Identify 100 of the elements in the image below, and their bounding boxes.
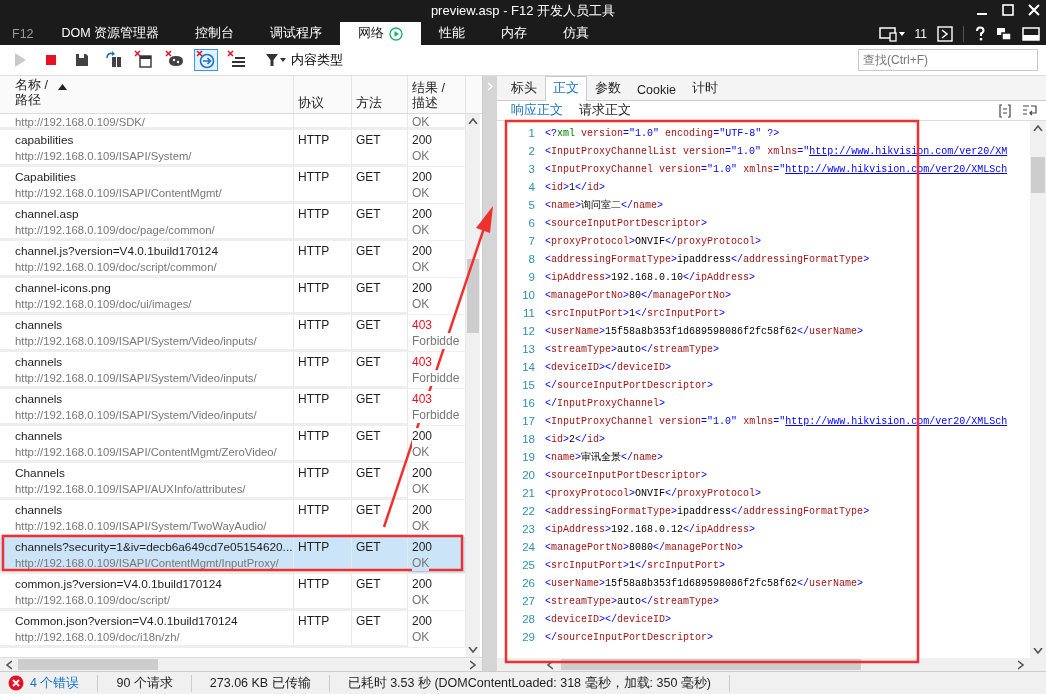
tab[interactable]: Cookie	[629, 79, 684, 100]
request-name: Common.json?version=V4.0.1build170124	[15, 613, 239, 629]
scroll-down-icon[interactable]	[468, 647, 478, 653]
tab[interactable]: 性能	[421, 22, 484, 45]
method-text: GET	[356, 281, 381, 295]
line-number: 7	[527, 235, 536, 247]
clear-list-icon	[227, 50, 247, 70]
scroll-left-icon[interactable]	[547, 659, 553, 670]
line-number: 9	[527, 271, 536, 283]
column-header[interactable]: 方法	[356, 96, 382, 111]
method-text: GET	[356, 577, 381, 591]
request-row[interactable]: channel.js?version=V4.0.1build170124 http://192.168.0.109/doc/script/common/ HTTP GET 200 OK	[0, 241, 466, 278]
code-line: <proxyProtocol>ONVIF</proxyProtocol>	[545, 487, 762, 499]
scroll-right-icon[interactable]	[1018, 659, 1024, 670]
dock-icon[interactable]	[1022, 25, 1040, 42]
status-code: 200	[412, 428, 433, 444]
tab[interactable]: 参数	[587, 76, 629, 100]
error-icon	[8, 675, 24, 691]
request-name: channels	[15, 317, 64, 333]
protocol-text: HTTP	[298, 466, 330, 480]
line-number: 21	[521, 487, 536, 499]
code-line: </sourceInputPortDescriptor>	[545, 379, 714, 391]
request-row[interactable]: capabilities http://192.168.0.109/ISAPI/System/ HTTP GET 200 OK	[0, 130, 466, 167]
clear-window-icon	[134, 50, 154, 70]
scrollbar-thumb[interactable]	[561, 659, 861, 670]
line-number: 10	[521, 289, 536, 301]
request-row[interactable]: channels http://192.168.0.109/ISAPI/System/Video/inputs/ HTTP GET 403 Forbidde	[0, 389, 466, 426]
protocol-text: HTTP	[298, 133, 330, 147]
transferred-size: 273.06 KB 已传输	[191, 674, 330, 692]
help-icon[interactable]	[974, 25, 986, 42]
request-path: http://192.168.0.109/ISAPI/System/Video/inputs/	[15, 408, 258, 423]
line-number: 28	[521, 613, 536, 625]
protocol-text: HTTP	[298, 355, 330, 369]
filter-icon	[265, 53, 287, 67]
method-text: GET	[356, 392, 381, 406]
tab[interactable]: 仿真	[545, 22, 608, 45]
close-icon[interactable]	[1028, 3, 1040, 17]
version-number[interactable]: 11	[914, 26, 927, 41]
request-row[interactable]: Channels http://192.168.0.109/ISAPI/AUXInfo/attributes/ HTTP GET 200 OK	[0, 463, 466, 500]
column-header[interactable]: 结果 / 描述	[412, 81, 445, 111]
tab[interactable]: 标头	[503, 76, 545, 100]
request-row[interactable]: channel-icons.png http://192.168.0.109/doc/ui/images/ HTTP GET 200 OK	[0, 278, 466, 315]
request-row[interactable]: channels http://192.168.0.109/ISAPI/System/Video/inputs/ HTTP GET 403 Forbidde	[0, 315, 466, 352]
tab[interactable]: 网络	[340, 22, 422, 45]
protocol-text: HTTP	[298, 614, 330, 628]
format-icon[interactable]	[998, 103, 1012, 118]
request-row[interactable]: channels?security=1&iv=decb6a649cd7e05154620... http://192.168.0.109/ISAPI/ContentMgmt/InputProxy/ HTTP GET 200 OK	[0, 537, 466, 574]
tab[interactable]: 调试程序	[252, 22, 341, 45]
scroll-down-icon[interactable]	[1033, 648, 1043, 654]
scroll-up-icon[interactable]	[468, 118, 478, 124]
errors-link[interactable]: 4 个错误	[30, 674, 80, 692]
request-row[interactable]: Capabilities http://192.168.0.109/ISAPI/ContentMgmt/ HTTP GET 200 OK	[0, 167, 466, 204]
scroll-left-icon[interactable]	[6, 659, 12, 670]
tab[interactable]: DOM 资源管理器	[43, 22, 178, 45]
line-number: 12	[521, 325, 536, 337]
scroll-up-icon[interactable]	[1033, 125, 1043, 131]
line-number: 27	[521, 595, 536, 607]
request-name: Channels	[15, 465, 66, 481]
column-header[interactable]: 协议	[298, 96, 324, 111]
column-header[interactable]: 名称 / 路径	[15, 78, 48, 108]
tab[interactable]: 正文	[545, 76, 587, 101]
request-row[interactable]: Common.json?version=V4.0.1build170124 http://192.168.0.109/doc/i18n/zh/ HTTP GET 200 OK	[0, 611, 466, 648]
tab[interactable]: 请求正文	[579, 102, 631, 119]
scrollbar-thumb[interactable]	[18, 659, 158, 670]
line-number: 20	[521, 469, 536, 481]
protocol-text: HTTP	[298, 503, 330, 517]
request-row[interactable]: channels http://192.168.0.109/ISAPI/System/TwoWayAudio/ HTTP GET 200 OK	[0, 500, 466, 537]
request-row[interactable]: common.js?version=V4.0.1build170124 http://192.168.0.109/doc/script/ HTTP GET 200 OK	[0, 574, 466, 611]
tab[interactable]: 控制台	[177, 22, 253, 45]
scrollbar-thumb[interactable]	[467, 258, 479, 333]
tab[interactable]: 响应正文	[511, 102, 563, 119]
code-line: <id>2</id>	[545, 433, 606, 445]
code-line: <name>审讯全景</name>	[545, 450, 664, 464]
filter-button[interactable]: 内容类型	[264, 49, 344, 71]
code-line: <proxyProtocol>ONVIF</proxyProtocol>	[545, 235, 762, 247]
request-path: http://192.168.0.109/ISAPI/System/Video/inputs/	[15, 334, 258, 349]
request-path: http://192.168.0.109/doc/script/common/	[15, 260, 218, 275]
monitor-icon[interactable]	[878, 25, 905, 42]
scroll-right-icon[interactable]	[470, 659, 476, 670]
word-wrap-icon[interactable]	[1022, 103, 1038, 118]
request-row[interactable]: channel.asp http://192.168.0.109/doc/page/common/ HTTP GET 200 OK	[0, 204, 466, 241]
sort-ascending-icon	[58, 84, 67, 90]
request-path: http://192.168.0.109/ISAPI/System/TwoWayAudio/	[15, 519, 268, 534]
arrow-circle-button[interactable]	[194, 49, 218, 71]
code-line: <srcInputPort>1</srcInputPort>	[545, 559, 726, 571]
line-number: 19	[521, 451, 536, 463]
request-name: channels	[15, 391, 64, 407]
console-icon[interactable]	[937, 25, 953, 42]
request-row[interactable]: channels http://192.168.0.109/ISAPI/System/Video/inputs/ HTTP GET 403 Forbidde	[0, 352, 466, 389]
request-name: common.js?version=V4.0.1build170124	[15, 576, 223, 592]
request-row[interactable]: channels http://192.168.0.109/ISAPI/ContentMgmt/ZeroVideo/ HTTP GET 200 OK	[0, 426, 466, 463]
code-line: </sourceInputPortDescriptor>	[545, 631, 714, 643]
code-line: <name>询问室二</name>	[545, 198, 664, 212]
search-field[interactable]: 查找(Ctrl+F)	[858, 49, 1038, 71]
line-number: 11	[522, 307, 536, 319]
devtools-label[interactable]: F12	[2, 22, 44, 45]
tab[interactable]: 计时	[683, 76, 726, 100]
tab[interactable]: 内存	[483, 22, 546, 45]
maximize-icon[interactable]	[1002, 3, 1014, 17]
scrollbar-thumb[interactable]	[1031, 156, 1045, 193]
